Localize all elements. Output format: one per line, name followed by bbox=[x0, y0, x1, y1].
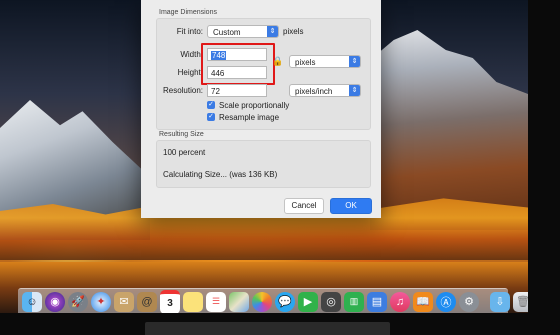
lock-icon[interactable]: 🔒 bbox=[272, 56, 283, 67]
photo-booth-icon[interactable]: ◎ bbox=[321, 291, 341, 312]
resample-image-checkbox[interactable]: ✓ Resample image bbox=[207, 112, 279, 122]
checkmark-icon: ✓ bbox=[207, 113, 215, 121]
monitor-stand bbox=[145, 322, 390, 335]
resulting-size-heading: Resulting Size bbox=[159, 131, 204, 138]
height-label: Height: bbox=[177, 68, 203, 77]
resample-image-label: Resample image bbox=[219, 112, 280, 122]
dock: ☺ ◉ 🚀 ✦ ✉ @ 3 ☰ 💬 ▶ ◎ ▥ ▤ ♫ 📖 Ⓐ ⚙ ⇩ 🗑 bbox=[18, 288, 528, 313]
cancel-button[interactable]: Cancel bbox=[284, 198, 324, 214]
width-label: Width: bbox=[180, 50, 203, 59]
itunes-icon[interactable]: ♫ bbox=[390, 291, 410, 312]
facetime-icon[interactable]: ▶ bbox=[298, 291, 318, 312]
resolution-field[interactable]: 72 bbox=[207, 84, 267, 97]
trash-icon[interactable]: 🗑 bbox=[513, 291, 528, 312]
dimension-units-popup[interactable]: pixels ⇕ bbox=[289, 55, 361, 68]
calculating-text: Calculating Size... (was 136 KB) bbox=[163, 170, 278, 179]
adjust-size-dialog: Image Dimensions Fit into: Custom ⇕ pixe… bbox=[141, 0, 381, 218]
fit-into-label: Fit into: bbox=[176, 27, 203, 36]
messages-icon[interactable]: 💬 bbox=[275, 291, 295, 312]
resolution-label: Resolution: bbox=[162, 86, 203, 95]
keynote-icon[interactable]: ▤ bbox=[367, 291, 387, 312]
scale-proportionally-label: Scale proportionally bbox=[219, 100, 290, 110]
contacts-icon[interactable]: @ bbox=[137, 291, 157, 312]
popup-arrows-icon: ⇕ bbox=[267, 26, 278, 37]
launchpad-icon[interactable]: 🚀 bbox=[68, 291, 88, 312]
percent-text: 100 percent bbox=[163, 148, 206, 157]
resolution-units-value: pixels/inch bbox=[295, 87, 333, 96]
popup-arrows-icon: ⇕ bbox=[349, 56, 360, 67]
ok-button[interactable]: OK bbox=[330, 198, 372, 214]
reminders-icon[interactable]: ☰ bbox=[206, 291, 226, 312]
photos-icon[interactable] bbox=[252, 291, 272, 312]
fit-into-popup[interactable]: Custom ⇕ bbox=[207, 25, 279, 38]
maps-icon[interactable] bbox=[229, 291, 249, 312]
fit-into-units: pixels bbox=[283, 27, 304, 36]
ibooks-icon[interactable]: 📖 bbox=[413, 291, 433, 312]
downloads-folder-icon[interactable]: ⇩ bbox=[490, 291, 510, 312]
mail-stamp-icon[interactable]: ✉ bbox=[114, 291, 134, 312]
calendar-icon[interactable]: 3 bbox=[160, 289, 180, 313]
scale-proportionally-checkbox[interactable]: ✓ Scale proportionally bbox=[207, 100, 289, 110]
siri-icon[interactable]: ◉ bbox=[45, 291, 65, 312]
app-store-icon[interactable]: Ⓐ bbox=[436, 291, 456, 312]
safari-icon[interactable]: ✦ bbox=[91, 291, 111, 312]
desktop: Image Dimensions Fit into: Custom ⇕ pixe… bbox=[0, 0, 528, 313]
numbers-icon[interactable]: ▥ bbox=[344, 291, 364, 312]
checkmark-icon: ✓ bbox=[207, 101, 215, 109]
fit-into-value: Custom bbox=[213, 28, 241, 37]
notes-icon[interactable] bbox=[183, 291, 203, 312]
image-dimensions-heading: Image Dimensions bbox=[159, 9, 217, 16]
finder-icon[interactable]: ☺ bbox=[22, 291, 42, 312]
dimension-units-value: pixels bbox=[295, 58, 316, 67]
popup-arrows-icon: ⇕ bbox=[349, 85, 360, 96]
calendar-day: 3 bbox=[167, 298, 173, 309]
annotation-highlight-box bbox=[201, 43, 275, 85]
system-preferences-icon[interactable]: ⚙ bbox=[459, 291, 479, 312]
resolution-units-popup[interactable]: pixels/inch ⇕ bbox=[289, 84, 361, 97]
